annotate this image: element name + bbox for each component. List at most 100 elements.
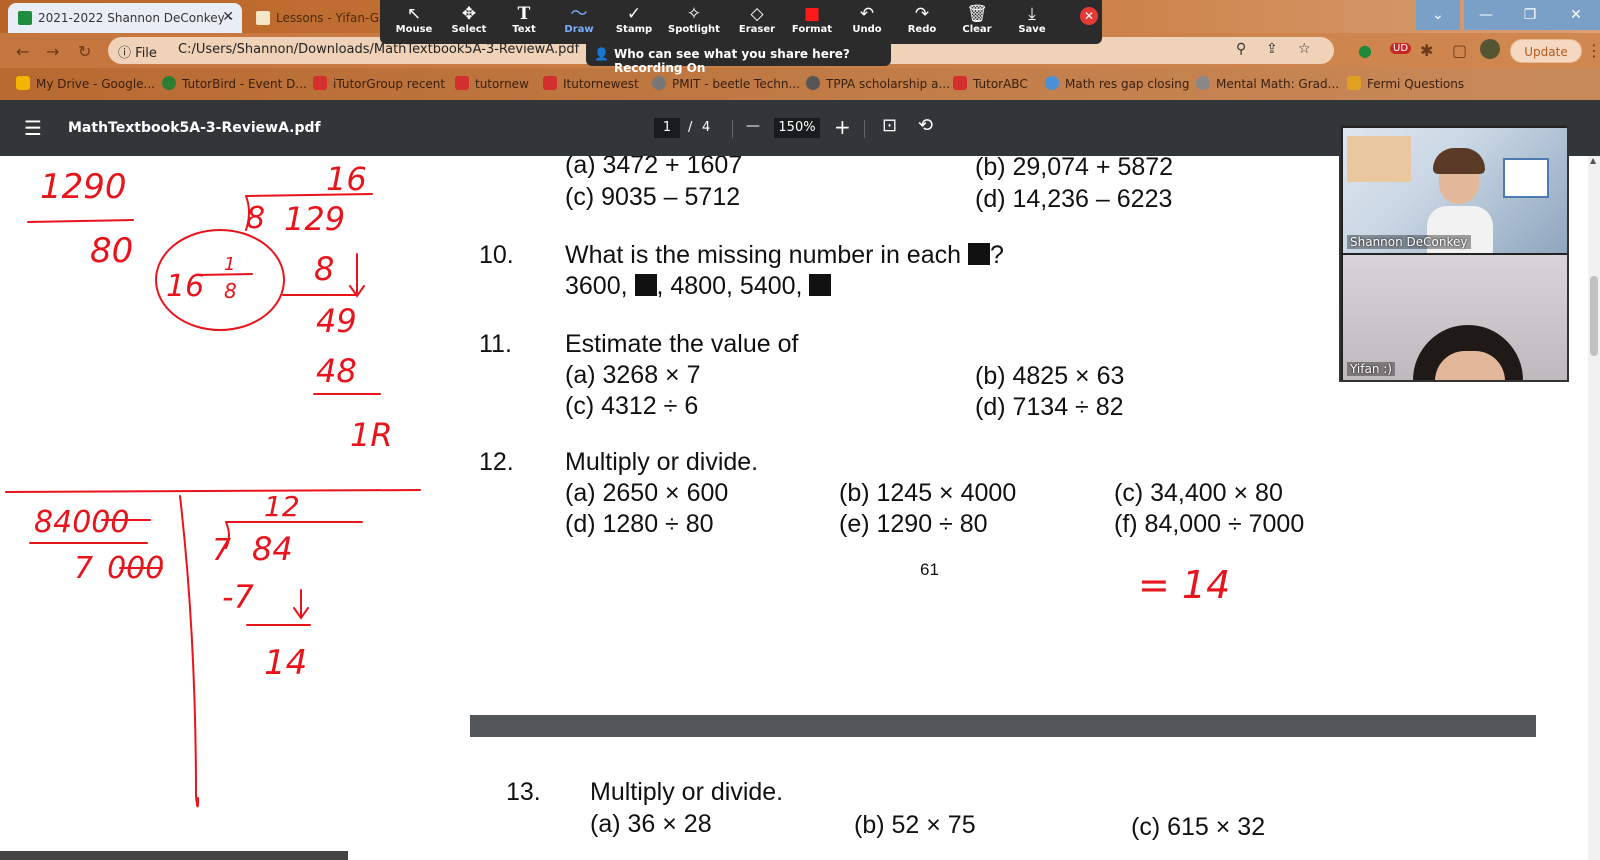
- video-tile-student[interactable]: Yifan :): [1343, 255, 1567, 380]
- participant-hair: [1433, 148, 1485, 174]
- sidepanel-icon[interactable]: ▢: [1452, 41, 1467, 60]
- bookmark-item[interactable]: iTutorGroup recent: [313, 76, 445, 91]
- tool-eraser[interactable]: ◇ Eraser: [729, 0, 785, 44]
- move-icon: ✥: [461, 4, 477, 24]
- tppa-icon: [806, 76, 820, 90]
- checkmark-icon: ✓: [626, 4, 642, 24]
- scroll-thumb[interactable]: [1590, 276, 1598, 356]
- tab-lessons-yifan[interactable]: Lessons - Yifan-G5: [246, 3, 380, 33]
- tab-search-chevron-icon[interactable]: ⌄: [1416, 0, 1460, 30]
- hamburger-menu-icon[interactable]: ☰: [24, 116, 42, 140]
- bookmark-item[interactable]: tutornew: [455, 76, 529, 91]
- bookmark-item[interactable]: TutorABC: [953, 76, 1028, 91]
- back-arrow-icon[interactable]: ←: [16, 42, 29, 61]
- tool-redo[interactable]: ↷ Redo: [894, 0, 950, 44]
- file-label: File: [135, 46, 157, 61]
- bookmark-item[interactable]: Math res gap closing: [1045, 76, 1189, 91]
- zoom-level[interactable]: 150%: [774, 118, 820, 138]
- ink-top-divisor: 80: [90, 231, 133, 271]
- bookmark-star-icon[interactable]: ☆: [1298, 41, 1311, 57]
- bookmark-item[interactable]: Itutornewest: [543, 76, 639, 91]
- reload-icon[interactable]: ↻: [78, 42, 91, 61]
- tool-format[interactable]: ■ Format: [784, 0, 840, 44]
- ink-quotient-2: 12: [264, 490, 300, 523]
- ink-subtrahend-3: -7: [222, 578, 255, 616]
- ink-result: 14: [264, 643, 307, 683]
- page-number-input[interactable]: 1: [654, 118, 680, 138]
- text-icon: T: [517, 4, 531, 24]
- tool-select[interactable]: ✥ Select: [441, 0, 497, 44]
- zoom-icon[interactable]: ⚲: [1236, 41, 1246, 57]
- tool-spotlight[interactable]: ✧ Spotlight: [666, 0, 722, 44]
- fit-page-icon[interactable]: ⊡: [882, 115, 897, 136]
- person-share-icon: 👤: [594, 47, 609, 61]
- window-close-button[interactable]: ✕: [1552, 0, 1600, 30]
- profile-avatar[interactable]: [1480, 39, 1500, 59]
- ink-mixed-denominator: 8: [224, 279, 237, 303]
- extension-green-icon[interactable]: ●: [1358, 41, 1372, 60]
- bookmarks-bar: My Drive - Google... TutorBird - Event D…: [0, 68, 1600, 100]
- participant-name: Yifan :): [1347, 362, 1395, 376]
- ink-remainder-1: 49: [316, 302, 357, 340]
- bookmark-item[interactable]: Fermi Questions: [1347, 76, 1464, 91]
- redo-icon: ↷: [914, 4, 930, 24]
- site-info[interactable]: ⓘ File: [118, 42, 157, 61]
- total-pages: 4: [702, 120, 711, 135]
- trash-icon: 🗑: [966, 4, 988, 24]
- ublock-icon[interactable]: UD: [1390, 43, 1412, 54]
- ink-fraction-bar: [27, 219, 134, 223]
- tool-text[interactable]: T Text: [496, 0, 552, 44]
- save-download-icon: ⤓: [1028, 4, 1036, 24]
- bookmark-item[interactable]: Mental Math: Grad...: [1196, 76, 1339, 91]
- lessons-icon: [256, 11, 270, 25]
- restore-button[interactable]: ❐: [1508, 0, 1552, 30]
- toolbar-divider: [732, 120, 733, 138]
- ink-quotient: 16: [326, 160, 367, 198]
- bookmark-item[interactable]: PMIT - beetle Techn...: [652, 76, 800, 91]
- close-tab-icon[interactable]: ✕: [222, 9, 234, 25]
- url-text[interactable]: C:/Users/Shannon/Downloads/MathTextbook5…: [178, 42, 579, 57]
- extension-icon[interactable]: ✱: [1420, 41, 1433, 60]
- zoom-out-button[interactable]: —: [746, 118, 760, 134]
- color-swatch-icon: ■: [803, 4, 821, 24]
- toolbar-divider: [864, 120, 865, 138]
- scroll-up-icon[interactable]: ▲: [1590, 156, 1596, 165]
- ink-t-chart-horizontal: [5, 489, 421, 493]
- rotate-icon[interactable]: ⟲: [918, 115, 933, 136]
- ink-top-dividend: 1290: [40, 167, 127, 207]
- bookmark-item[interactable]: TutorBird - Event D...: [162, 76, 307, 91]
- ink-bringdown-arrow: [349, 253, 365, 298]
- fermi-icon: [1347, 76, 1361, 90]
- browser-menu-icon[interactable]: ⋮: [1586, 41, 1600, 60]
- video-tile-host[interactable]: Shannon DeConkey: [1343, 128, 1567, 253]
- tool-draw[interactable]: 〜 Draw: [551, 0, 607, 44]
- share-banner[interactable]: 👤 Who can see what you share here? Recor…: [586, 44, 891, 75]
- bookmark-item[interactable]: TPPA scholarship a...: [806, 76, 950, 91]
- tutorbird-icon: [162, 76, 176, 90]
- ink-mixed-numerator: 1: [224, 254, 235, 275]
- tool-mouse[interactable]: ↖ Mouse: [386, 0, 442, 44]
- share-icon[interactable]: ⇪: [1266, 41, 1278, 57]
- ink-dividend-2: 84: [252, 530, 293, 568]
- spotlight-wand-icon: ✧: [686, 4, 702, 24]
- tool-stamp[interactable]: ✓ Stamp: [606, 0, 662, 44]
- ink-dividend-small: 129: [284, 200, 345, 238]
- zoom-in-button[interactable]: +: [834, 115, 851, 139]
- ink-divisor-2: 7: [212, 533, 231, 568]
- bookmark-item[interactable]: My Drive - Google...: [16, 76, 155, 91]
- itutor-icon: [543, 76, 557, 90]
- tool-save[interactable]: ⤓ Save: [1004, 0, 1060, 44]
- update-button[interactable]: Update: [1510, 39, 1582, 63]
- ink-subtrahend-2: 48: [316, 352, 357, 390]
- ink-answer: = 14: [1138, 563, 1230, 607]
- close-annotation-icon[interactable]: ✕: [1080, 7, 1098, 25]
- bottom-thumbnail-strip: [0, 851, 348, 860]
- tab-shannon-deconkey[interactable]: 2021-2022 Shannon DeConkey - ✕: [8, 3, 242, 33]
- minimize-button[interactable]: —: [1464, 0, 1508, 30]
- tool-clear[interactable]: 🗑 Clear: [949, 0, 1005, 44]
- drive-icon: [16, 76, 30, 90]
- vertical-scrollbar[interactable]: ▲: [1588, 156, 1600, 860]
- tab-title: Lessons - Yifan-G5: [276, 11, 380, 25]
- forward-arrow-icon[interactable]: →: [46, 42, 59, 61]
- tool-undo[interactable]: ↶ Undo: [839, 0, 895, 44]
